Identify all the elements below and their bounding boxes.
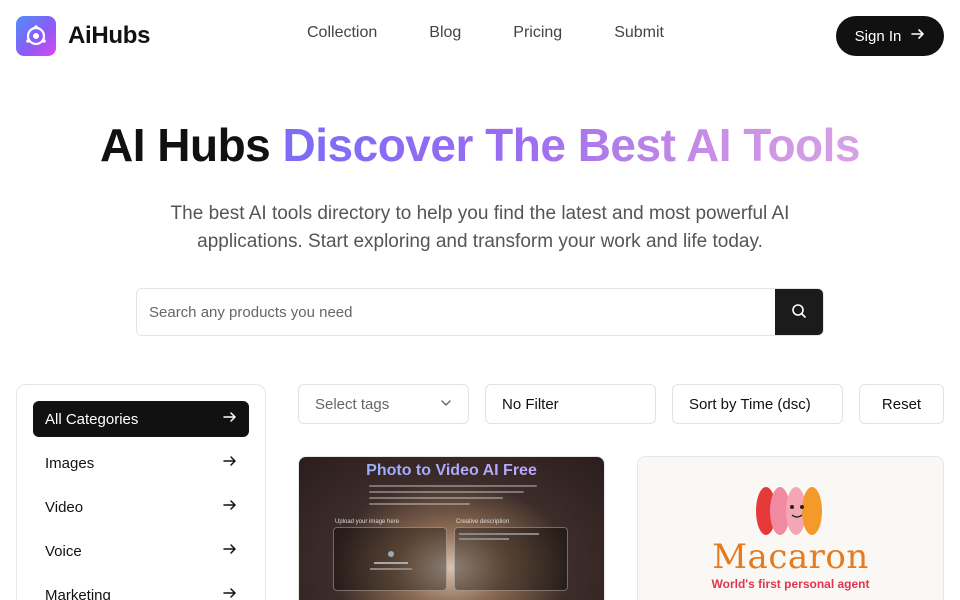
hero-title-plain: AI Hubs <box>99 119 271 171</box>
nav-link-submit[interactable]: Submit <box>614 24 664 42</box>
brand-name: AiHubs <box>68 22 151 49</box>
panel-right-label: Creative description <box>456 519 510 525</box>
robot-logo-icon <box>16 16 56 56</box>
search-bar <box>136 288 824 336</box>
hero-title-gradient: Discover The Best AI Tools <box>282 119 861 171</box>
category-label: Images <box>45 454 95 472</box>
arrow-right-icon <box>223 498 237 516</box>
hero-subtitle: The best AI tools directory to help you … <box>170 203 790 252</box>
arrow-right-icon <box>223 586 237 600</box>
sign-in-label: Sign In <box>854 27 902 45</box>
description-panel <box>454 527 568 591</box>
category-label: All Categories <box>45 410 139 428</box>
reset-label: Reset <box>881 395 922 413</box>
product-card-photo-to-video[interactable]: Photo to Video AI Free Upload your image… <box>298 456 605 600</box>
card-title: Photo to Video AI Free <box>299 462 604 480</box>
sort-select-value: Sort by Time (dsc) <box>689 395 811 413</box>
search-button[interactable] <box>775 289 823 335</box>
product-card-macaron[interactable]: Macaron World's first personal agent <box>637 456 944 600</box>
category-item-images[interactable]: Images <box>33 445 249 481</box>
reset-button[interactable]: Reset <box>859 384 944 424</box>
macaron-illustration <box>746 483 836 539</box>
card-subtitle: World's first personal agent <box>711 577 870 591</box>
brand-logo[interactable]: AiHubs <box>16 16 151 56</box>
arrow-right-icon <box>223 454 237 472</box>
category-item-marketing[interactable]: Marketing <box>33 577 249 600</box>
nav-link-pricing[interactable]: Pricing <box>513 24 562 42</box>
tags-select-placeholder: Select tags <box>315 395 390 413</box>
category-label: Marketing <box>45 586 111 600</box>
card-title: Macaron <box>712 537 869 577</box>
panel-left-label: Upload your image here <box>335 519 400 525</box>
hero-title: AI Hubs Discover The Best AI Tools <box>0 118 960 172</box>
main-nav: Collection Blog Pricing Submit <box>307 24 716 42</box>
search-input[interactable] <box>137 289 775 335</box>
arrow-right-icon <box>223 542 237 560</box>
category-sidebar: All Categories Images Video Voice Market… <box>16 384 266 600</box>
filter-select[interactable]: No Filter <box>485 384 656 424</box>
arrow-right-icon <box>223 410 237 428</box>
site-header: AiHubs Collection Blog Pricing Submit Si… <box>0 0 960 72</box>
category-item-video[interactable]: Video <box>33 489 249 525</box>
category-item-voice[interactable]: Voice <box>33 533 249 569</box>
category-label: Video <box>45 498 84 516</box>
nav-link-collection[interactable]: Collection <box>307 24 377 42</box>
nav-link-blog[interactable]: Blog <box>429 24 461 42</box>
card-description-lines <box>369 485 537 509</box>
search-icon <box>791 303 807 324</box>
arrow-right-icon <box>911 27 925 45</box>
tags-select[interactable]: Select tags <box>298 384 469 424</box>
filter-select-value: No Filter <box>502 395 559 413</box>
upload-panel <box>333 527 447 591</box>
sign-in-button[interactable]: Sign In <box>836 16 944 56</box>
category-label: Voice <box>45 542 82 560</box>
category-item-all[interactable]: All Categories <box>33 401 249 437</box>
sort-select[interactable]: Sort by Time (dsc) <box>672 384 843 424</box>
chevron-down-icon <box>440 396 452 413</box>
